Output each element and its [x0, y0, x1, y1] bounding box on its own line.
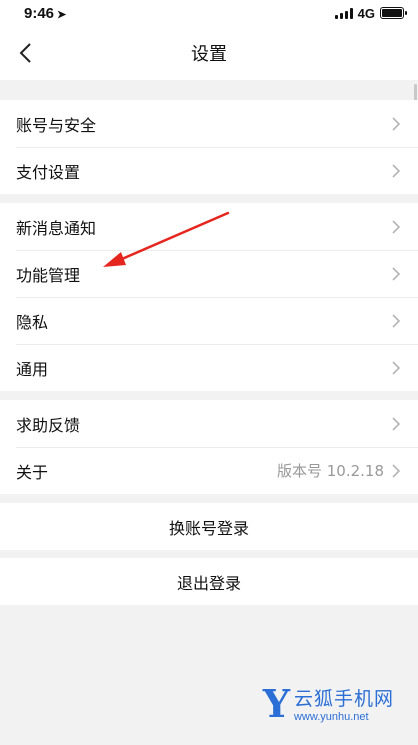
settings-item-account-security[interactable]: 账号与安全 — [0, 100, 418, 147]
settings-item-label: 关于 — [16, 462, 49, 482]
settings-item-label: 支付设置 — [16, 162, 81, 182]
settings-item-feature-management[interactable]: 功能管理 — [0, 250, 418, 297]
watermark-logo: Y — [262, 680, 290, 726]
logout-label: 退出登录 — [176, 573, 241, 593]
switch-account-section: 换账号登录 — [0, 503, 418, 550]
chevron-right-icon — [392, 313, 401, 328]
location-arrow-icon: ➤ — [57, 8, 67, 21]
logout-section: 退出登录 — [0, 558, 418, 605]
nav-bar: 设置 — [0, 26, 418, 80]
settings-item-label: 隐私 — [16, 312, 49, 332]
status-indicators: 4G — [334, 5, 407, 21]
settings-item-payment[interactable]: 支付设置 — [0, 147, 418, 194]
switch-account-label: 换账号登录 — [168, 518, 249, 538]
settings-item-label: 账号与安全 — [16, 115, 97, 135]
settings-item-feedback[interactable]: 求助反馈 — [0, 400, 418, 447]
watermark: Y 云狐手机网 www.yunhu.net — [263, 684, 394, 723]
settings-item-about[interactable]: 关于 版本号 10.2.18 — [0, 447, 418, 494]
status-bar: 9:46 ➤ 4G — [0, 0, 418, 26]
chevron-right-icon — [392, 266, 401, 281]
settings-item-label: 通用 — [16, 359, 49, 379]
watermark-name: 云狐手机网 — [293, 688, 394, 710]
settings-item-label: 功能管理 — [16, 265, 81, 285]
chevron-right-icon — [392, 116, 401, 131]
status-time: 9:46 ➤ — [24, 4, 67, 22]
watermark-text: 云狐手机网 www.yunhu.net — [294, 684, 394, 723]
battery-icon — [380, 7, 407, 19]
settings-group-help: 求助反馈 关于 版本号 10.2.18 — [0, 400, 418, 494]
chevron-right-icon — [392, 219, 401, 234]
settings-group-account: 账号与安全 支付设置 — [0, 100, 418, 194]
chevron-right-icon — [392, 463, 401, 478]
about-right: 版本号 10.2.18 — [277, 460, 402, 481]
settings-item-general[interactable]: 通用 — [0, 344, 418, 391]
network-label: 4G — [357, 5, 375, 21]
settings-item-label: 新消息通知 — [16, 218, 97, 238]
logout-button[interactable]: 退出登录 — [0, 558, 418, 605]
switch-account-button[interactable]: 换账号登录 — [0, 503, 418, 550]
chevron-right-icon — [392, 416, 401, 431]
chevron-right-icon — [392, 360, 401, 375]
watermark-url: www.yunhu.net — [293, 711, 369, 723]
settings-item-notifications[interactable]: 新消息通知 — [0, 203, 418, 250]
settings-group-general: 新消息通知 功能管理 隐私 通用 — [0, 203, 418, 391]
settings-item-label: 求助反馈 — [16, 415, 81, 435]
back-icon[interactable] — [16, 42, 38, 64]
chevron-right-icon — [392, 163, 401, 178]
settings-item-privacy[interactable]: 隐私 — [0, 297, 418, 344]
version-label: 版本号 10.2.18 — [276, 462, 384, 480]
page-title: 设置 — [191, 44, 227, 65]
signal-icon — [334, 7, 353, 19]
